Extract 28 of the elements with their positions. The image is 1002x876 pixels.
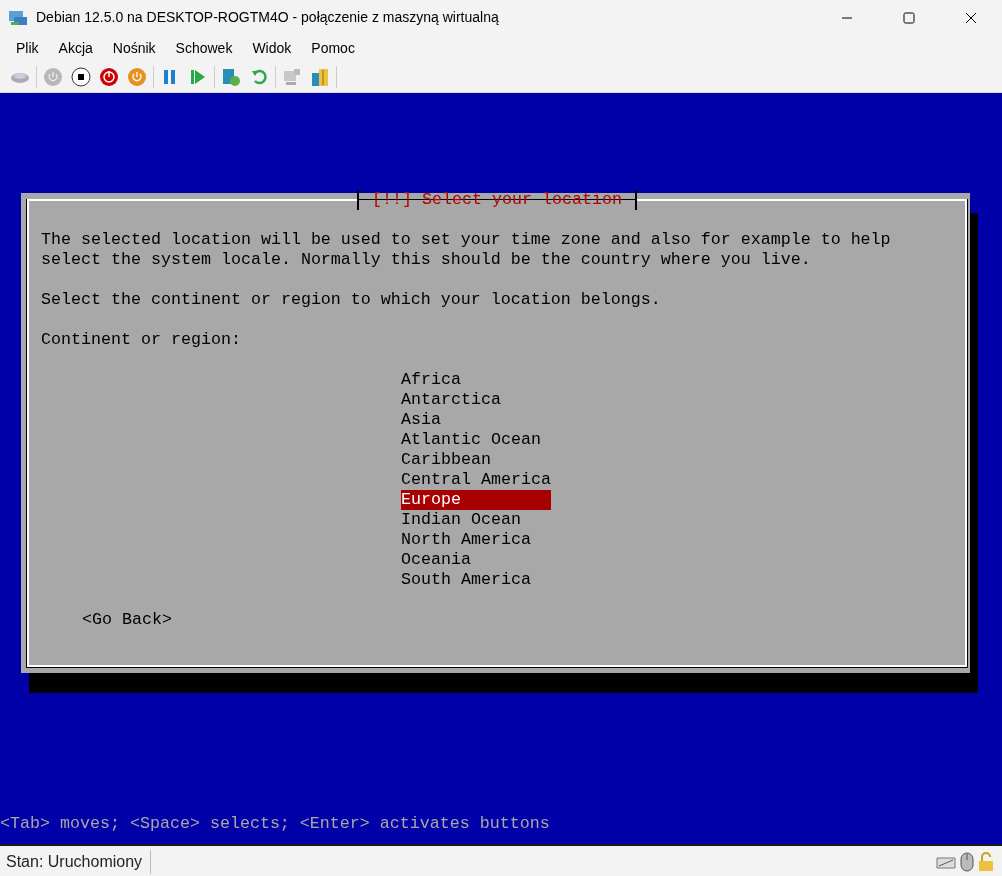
- list-option[interactable]: Antarctica: [401, 390, 551, 410]
- menu-item[interactable]: Schowek: [165, 36, 243, 61]
- list-option[interactable]: Atlantic Ocean: [401, 430, 551, 450]
- keyboard-icon: [936, 854, 956, 869]
- list-option[interactable]: South America: [401, 570, 551, 590]
- dialog-text: Select the continent or region to which your location belongs.: [41, 290, 662, 310]
- list-option[interactable]: Central America: [401, 470, 551, 490]
- monitor-icon: [8, 8, 28, 27]
- help-text: <Tab> moves; <Space> selects; <Enter> activates buttons: [0, 814, 551, 834]
- status-text: Stan: Uruchomiony: [6, 849, 152, 874]
- menu-item[interactable]: Akcja: [48, 36, 103, 61]
- list-option[interactable]: North America: [401, 530, 551, 550]
- list-option[interactable]: Caribbean: [401, 450, 551, 470]
- list-option[interactable]: Europe: [401, 490, 551, 510]
- dialog-text: Continent or region:: [41, 330, 242, 350]
- menu-item[interactable]: Pomoc: [301, 36, 365, 61]
- list-option[interactable]: Asia: [401, 410, 551, 430]
- menu-item[interactable]: Nośnik: [102, 36, 166, 61]
- lock-icon: [978, 851, 994, 872]
- list-option[interactable]: Africa: [401, 370, 551, 390]
- dialog-text: The selected location will be used to set your time zone and also for example to help select the system locale. Normally this should be the country where you live.: [41, 230, 892, 270]
- window-title: Debian 12.5.0 na DESKTOP-ROGTM4O - połączenie z maszyną wirtualną: [36, 8, 499, 27]
- back-button[interactable]: <Go Back>: [82, 610, 172, 630]
- mouse-icon: [960, 851, 974, 872]
- list-option[interactable]: Oceania: [401, 550, 551, 570]
- menu-item[interactable]: Widok: [242, 36, 302, 61]
- menu-item[interactable]: Plik: [6, 36, 49, 61]
- list-option[interactable]: Indian Ocean: [401, 510, 551, 530]
